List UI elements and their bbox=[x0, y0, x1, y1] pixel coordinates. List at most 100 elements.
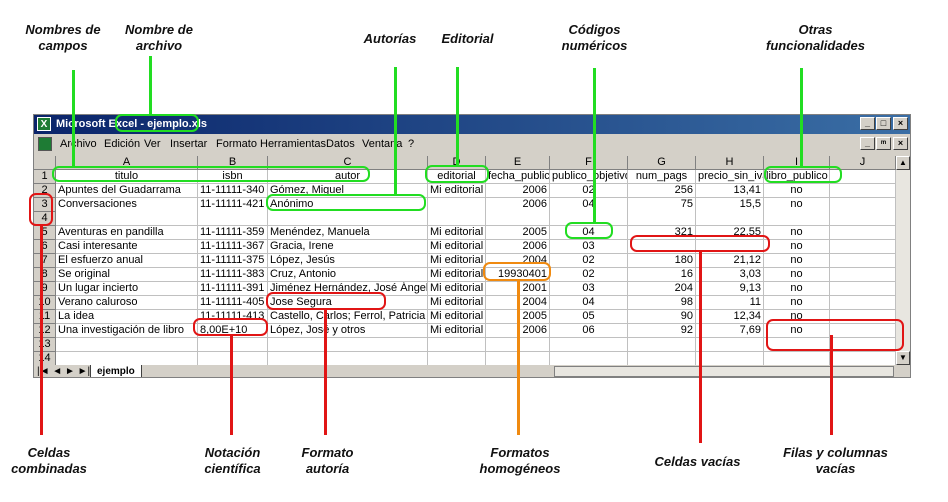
row-header-11[interactable]: 11 bbox=[34, 310, 56, 324]
scroll-down-arrow[interactable]: ▼ bbox=[896, 351, 910, 365]
empty-cell[interactable] bbox=[56, 352, 198, 365]
table-cell[interactable]: 11-11111-383 bbox=[198, 268, 268, 282]
table-cell[interactable]: 11-11111-375 bbox=[198, 254, 268, 268]
menu-ver[interactable]: Ver bbox=[144, 134, 161, 154]
table-cell[interactable]: 7,69 bbox=[696, 324, 764, 338]
doc-restore-button[interactable]: ᵐ bbox=[876, 137, 891, 150]
table-cell[interactable]: 11-11111-359 bbox=[198, 226, 268, 240]
table-cell[interactable]: 92 bbox=[628, 324, 696, 338]
table-cell[interactable]: Casi interesante bbox=[56, 240, 198, 254]
table-cell[interactable]: 11 bbox=[696, 296, 764, 310]
table-cell[interactable]: num_pags bbox=[628, 170, 696, 184]
table-cell[interactable]: 13,41 bbox=[696, 184, 764, 198]
table-cell[interactable] bbox=[830, 184, 896, 198]
table-cell[interactable]: 2006 bbox=[486, 240, 550, 254]
row-header-10[interactable]: 10 bbox=[34, 296, 56, 310]
table-cell[interactable]: 98 bbox=[628, 296, 696, 310]
table-cell[interactable]: 03 bbox=[550, 240, 628, 254]
menu-insertar[interactable]: Insertar bbox=[170, 134, 207, 154]
table-cell[interactable]: Mi editorial bbox=[428, 254, 486, 268]
table-cell[interactable]: fecha_public bbox=[486, 170, 550, 184]
table-cell[interactable]: 2006 bbox=[486, 184, 550, 198]
row-header-8[interactable]: 8 bbox=[34, 268, 56, 282]
table-cell[interactable]: 04 bbox=[550, 296, 628, 310]
table-cell[interactable]: Un lugar incierto bbox=[56, 282, 198, 296]
table-cell[interactable]: 02 bbox=[550, 254, 628, 268]
empty-cell[interactable] bbox=[764, 352, 830, 365]
table-cell[interactable]: no bbox=[764, 198, 830, 226]
table-cell[interactable]: López, Jesús bbox=[268, 254, 428, 268]
empty-cell[interactable] bbox=[56, 338, 198, 352]
table-cell[interactable]: Castello, Carlos; Ferrol, Patricia bbox=[268, 310, 428, 324]
table-cell[interactable]: 2006 bbox=[486, 198, 550, 226]
empty-cell[interactable] bbox=[198, 352, 268, 365]
table-cell[interactable]: Mi editorial bbox=[428, 282, 486, 296]
table-cell[interactable]: 75 bbox=[628, 198, 696, 226]
empty-cell[interactable] bbox=[696, 338, 764, 352]
horizontal-scrollbar[interactable] bbox=[554, 366, 894, 377]
menu-archivo[interactable]: Archivo bbox=[60, 134, 97, 154]
table-cell[interactable]: 11-11111-421 bbox=[198, 198, 268, 226]
table-cell[interactable]: no bbox=[764, 268, 830, 282]
close-button[interactable]: × bbox=[893, 117, 908, 130]
table-cell[interactable]: Mi editorial bbox=[428, 324, 486, 338]
table-cell[interactable]: 15,5 bbox=[696, 198, 764, 226]
table-cell[interactable]: 3,03 bbox=[696, 268, 764, 282]
column-header-e[interactable]: E bbox=[486, 156, 550, 170]
table-cell[interactable] bbox=[428, 198, 486, 226]
table-cell[interactable]: 21,12 bbox=[696, 254, 764, 268]
table-cell[interactable]: 06 bbox=[550, 324, 628, 338]
empty-cell[interactable] bbox=[628, 352, 696, 365]
table-cell[interactable]: Verano caluroso bbox=[56, 296, 198, 310]
table-cell[interactable]: 11-11111-367 bbox=[198, 240, 268, 254]
tab-scroll-arrows[interactable]: |◄ ◄ ► ►| bbox=[37, 365, 90, 377]
row-header-9[interactable]: 9 bbox=[34, 282, 56, 296]
empty-cell[interactable] bbox=[696, 352, 764, 365]
table-cell[interactable]: precio_sin_iva bbox=[696, 170, 764, 184]
table-cell[interactable]: 03 bbox=[550, 282, 628, 296]
table-cell[interactable] bbox=[830, 254, 896, 268]
menu-datos[interactable]: Datos bbox=[326, 134, 355, 154]
table-cell[interactable]: no bbox=[764, 226, 830, 240]
table-cell[interactable]: 204 bbox=[628, 282, 696, 296]
empty-cell[interactable] bbox=[428, 338, 486, 352]
table-cell[interactable] bbox=[830, 240, 896, 254]
table-cell[interactable]: Mi editorial bbox=[428, 310, 486, 324]
table-cell[interactable]: Una investigación de libro bbox=[56, 324, 198, 338]
row-header-14[interactable]: 14 bbox=[34, 352, 56, 365]
empty-cell[interactable] bbox=[428, 352, 486, 365]
table-cell[interactable]: 256 bbox=[628, 184, 696, 198]
column-header-f[interactable]: F bbox=[550, 156, 628, 170]
menu-edicion[interactable]: Edición bbox=[104, 134, 140, 154]
row-header-12[interactable]: 12 bbox=[34, 324, 56, 338]
table-cell[interactable]: La idea bbox=[56, 310, 198, 324]
menu-formato[interactable]: Formato bbox=[216, 134, 257, 154]
row-header-6[interactable]: 6 bbox=[34, 240, 56, 254]
table-cell[interactable]: 11-11111-405 bbox=[198, 296, 268, 310]
table-cell[interactable]: 12,34 bbox=[696, 310, 764, 324]
table-cell[interactable]: publico_objetivo bbox=[550, 170, 628, 184]
column-header-g[interactable]: G bbox=[628, 156, 696, 170]
column-header-h[interactable]: H bbox=[696, 156, 764, 170]
table-cell[interactable]: 9,13 bbox=[696, 282, 764, 296]
table-cell[interactable]: Apuntes del Guadarrama bbox=[56, 184, 198, 198]
minimize-button[interactable]: _ bbox=[860, 117, 875, 130]
maximize-button[interactable]: □ bbox=[876, 117, 891, 130]
menu-herramientas[interactable]: Herramientas bbox=[260, 134, 326, 154]
scroll-up-arrow[interactable]: ▲ bbox=[896, 156, 910, 170]
table-cell[interactable]: 11-11111-391 bbox=[198, 282, 268, 296]
empty-cell[interactable] bbox=[268, 352, 428, 365]
row-header-7[interactable]: 7 bbox=[34, 254, 56, 268]
empty-cell[interactable] bbox=[830, 352, 896, 365]
table-cell[interactable]: 2005 bbox=[486, 226, 550, 240]
table-cell[interactable]: Gracia, Irene bbox=[268, 240, 428, 254]
empty-cell[interactable] bbox=[550, 352, 628, 365]
table-cell[interactable]: López, José y otros bbox=[268, 324, 428, 338]
table-cell[interactable] bbox=[830, 268, 896, 282]
table-cell[interactable] bbox=[830, 296, 896, 310]
table-cell[interactable]: 05 bbox=[550, 310, 628, 324]
empty-cell[interactable] bbox=[550, 338, 628, 352]
table-cell[interactable]: 11-11111-340 bbox=[198, 184, 268, 198]
table-cell[interactable]: Mi editorial bbox=[428, 240, 486, 254]
doc-close-button[interactable]: × bbox=[893, 137, 908, 150]
